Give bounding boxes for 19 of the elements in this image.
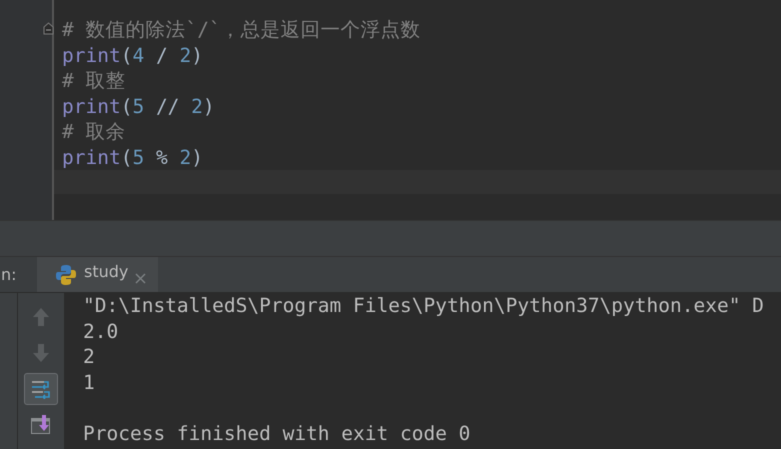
code-line: print(5 % 2): [62, 144, 204, 170]
console-exit-message: Process finished with exit code 0: [83, 420, 472, 446]
console-output: 2.0: [83, 318, 120, 344]
code-comment: # 数值的除法`/`，总是返回一个浮点数: [62, 17, 422, 42]
code-comment: # 取余: [62, 119, 126, 144]
console-command: "D:\InstalledS\Program Files\Python\Python37\python.exe" D: [83, 293, 765, 318]
down-arrow-icon: [32, 343, 50, 363]
scroll-to-end-icon: [30, 414, 52, 436]
console-output: 2: [83, 344, 96, 370]
code-line: print(5 // 2): [62, 94, 216, 119]
code-line: print(4 / 2): [62, 42, 204, 68]
soft-wrap-button[interactable]: [24, 373, 58, 405]
python-icon: [55, 264, 77, 286]
console-output: 1: [83, 370, 96, 395]
close-icon[interactable]: [135, 273, 146, 284]
code-comment: # 取整: [62, 68, 126, 94]
soft-wrap-icon: [30, 379, 52, 399]
run-tab[interactable]: study: [37, 257, 158, 292]
up-arrow-icon: [32, 307, 50, 327]
